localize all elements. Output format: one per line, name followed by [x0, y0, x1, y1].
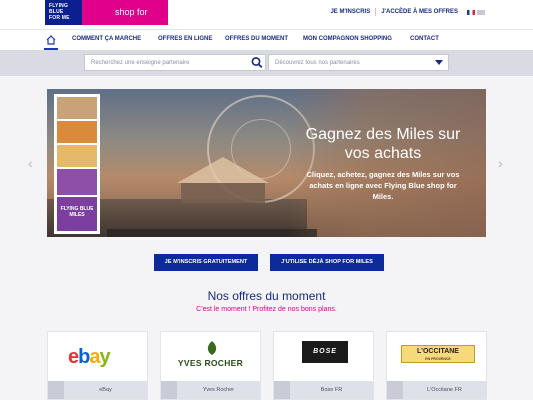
nav-item-shopping-companion[interactable]: MON COMPAGNON SHOPPING [303, 36, 392, 42]
nav-item-online-offers[interactable]: OFFRES EN LIGNE [158, 36, 212, 42]
calendar-icon [274, 381, 290, 399]
offer-name: L'Occitane FR [427, 387, 462, 393]
ebay-logo: ebay [68, 346, 111, 368]
search-input[interactable]: Recherchez une enseigne partenaire [84, 54, 266, 71]
nav-item-how-it-works[interactable]: COMMENT ÇA MARCHE [72, 36, 141, 42]
partner-select-value: Découvrez tous nos partenaires [275, 60, 360, 66]
card-tile [57, 121, 97, 143]
offer-card-loccitane[interactable]: L'OCCITANE EN PROVENCE L'Occitane FR [386, 331, 487, 400]
offer-card-ebay[interactable]: ebay eBay [47, 331, 148, 400]
search-icon[interactable] [250, 55, 264, 70]
offer-footer: L'Occitane FR [387, 381, 486, 399]
offers-section-subtitle: C'est le moment ! Profitez de nos bons p… [196, 306, 337, 313]
partner-select[interactable]: Découvrez tous nos partenaires [268, 54, 449, 71]
hero-title: Gagnez des Miles sur vos achats [305, 126, 461, 162]
offer-footer: Yves Rocher [161, 381, 260, 399]
chevron-left-icon[interactable]: ‹ [28, 155, 33, 171]
offer-footer: Bose FR [274, 381, 373, 399]
access-offers-link[interactable]: J'ACCÈDE À MES OFFRES [376, 9, 463, 15]
top-bar: FLYINGBLUEFOR ME shop for Miles JE M'INS… [0, 0, 533, 42]
hero-overlay [287, 89, 486, 237]
offer-footer: eBay [48, 381, 147, 399]
hero-deck [107, 229, 317, 237]
card-label: FLYING BLUE MILES [57, 197, 97, 231]
search-band: Recherchez une enseigne partenaire Décou… [0, 50, 533, 76]
offer-name: Yves Rocher [202, 387, 235, 393]
miles-card: FLYING BLUE MILES [54, 94, 100, 234]
loccitane-logo-subtext: EN PROVENCE [425, 357, 451, 361]
calendar-icon [387, 381, 403, 399]
offers-section-title: Nos offres du moment [207, 289, 326, 303]
card-tile [57, 97, 97, 119]
flying-blue-logo[interactable]: FLYING BLUE FOR ME [45, 0, 82, 25]
brand-tagline[interactable]: shop for Miles [82, 0, 168, 42]
hero-subtitle: Cliquez, achetez, gagnez des Miles sur v… [306, 170, 460, 201]
hero-banner[interactable]: FLYING BLUE MILES Gagnez des Miles sur v… [47, 89, 486, 237]
offer-card-bose[interactable]: BOSE Bose FR [273, 331, 374, 400]
flag-en-icon[interactable] [477, 9, 485, 15]
signup-free-button[interactable]: JE M'INSCRIS GRATUITEMENT [154, 254, 258, 271]
home-icon[interactable] [46, 33, 56, 47]
offer-card-yves-rocher[interactable]: YVES ROCHER Yves Rocher [160, 331, 261, 400]
monitor-icon [161, 381, 177, 399]
monitor-icon [48, 381, 64, 399]
signup-link[interactable]: JE M'INSCRIS [325, 9, 375, 15]
loccitane-logo: L'OCCITANE EN PROVENCE [401, 345, 475, 363]
yves-rocher-logo: YVES ROCHER [177, 358, 244, 368]
main-nav: COMMENT ÇA MARCHE OFFRES EN LIGNE OFFRES… [0, 30, 533, 50]
offer-name: Bose FR [320, 387, 343, 393]
hero-tent [177, 157, 269, 183]
chevron-down-icon[interactable] [435, 60, 443, 65]
card-tile [57, 145, 97, 167]
hero-tent-body [181, 183, 265, 203]
nav-item-contact[interactable]: CONTACT [410, 36, 439, 42]
offer-name: eBay [99, 387, 112, 393]
flag-fr-icon[interactable] [467, 9, 475, 15]
card-tile [57, 169, 97, 195]
top-links: JE M'INSCRIS J'ACCÈDE À MES OFFRES [325, 8, 485, 16]
yves-rocher-leaf-icon [207, 341, 217, 355]
nav-item-current-offers[interactable]: OFFRES DU MOMENT [225, 36, 288, 42]
chevron-right-icon[interactable]: › [498, 155, 503, 171]
already-use-button[interactable]: J'UTILISE DÉJÀ SHOP FOR MILES [270, 254, 384, 271]
loccitane-logo-text: L'OCCITANE [417, 348, 459, 355]
bose-logo: BOSE [302, 341, 348, 363]
